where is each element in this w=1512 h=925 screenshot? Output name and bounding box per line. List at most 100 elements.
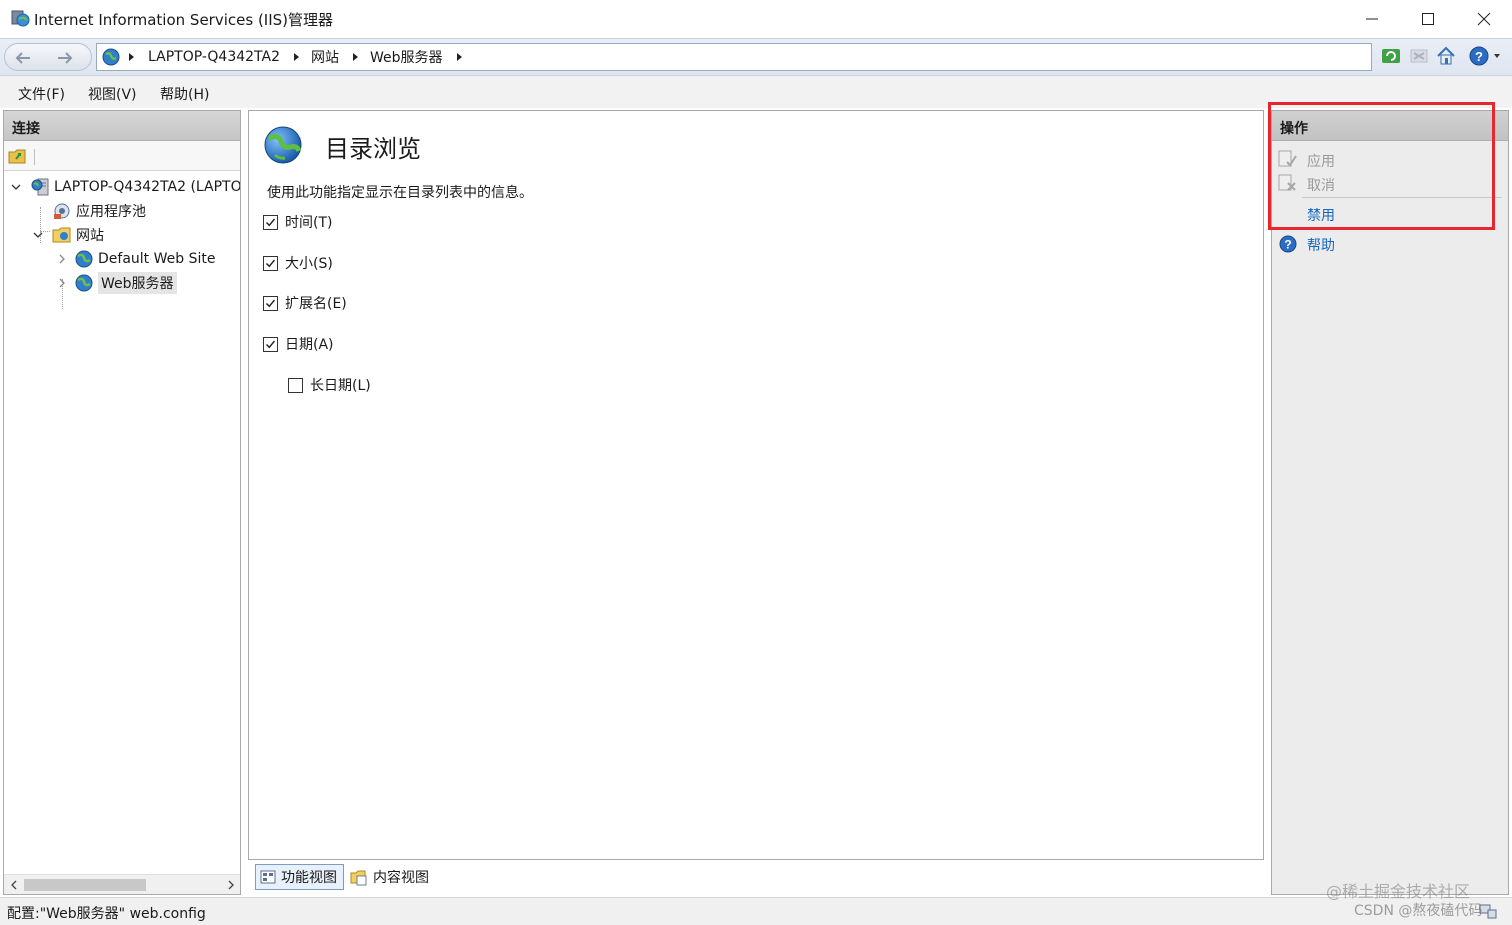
tree-node-default-web-site[interactable]: Default Web Site xyxy=(74,248,215,270)
toolbar-separator xyxy=(34,149,35,165)
action-help-label: 帮助 xyxy=(1307,238,1335,254)
refresh-icon[interactable] xyxy=(1380,45,1402,67)
checkbox-extension-box[interactable] xyxy=(263,295,278,311)
title-bar: Internet Information Services (IIS)管理器 xyxy=(0,0,1512,38)
globe-icon xyxy=(75,274,93,292)
action-help[interactable]: ? 帮助 xyxy=(1272,232,1508,254)
status-text: 配置:"Web服务器" web.config xyxy=(7,906,206,922)
content-view-icon xyxy=(350,870,367,886)
directory-browsing-globe-icon xyxy=(264,126,302,164)
checkbox-date-label: 日期(A) xyxy=(285,337,334,353)
home-icon[interactable] xyxy=(1435,45,1457,67)
checkbox-date-box[interactable] xyxy=(263,336,278,352)
checkbox-time-label: 时间(T) xyxy=(285,215,333,231)
tree-label-server: LAPTOP-Q4342TA2 (LAPTO xyxy=(54,179,240,195)
tree-node-sites[interactable]: 网站 xyxy=(52,224,104,246)
tree-node-app-pools[interactable]: 应用程序池 xyxy=(52,200,146,222)
globe-icon xyxy=(102,48,120,66)
breadcrumb-items: LAPTOP-Q4342TA2 网站 Web服务器 xyxy=(129,44,474,70)
breadcrumb-separator-icon[interactable] xyxy=(353,53,359,61)
scroll-right-icon[interactable] xyxy=(226,880,236,890)
watermark-juejin: @稀土掘金技术社区 xyxy=(1326,882,1471,901)
breadcrumb-item-sites[interactable]: 网站 xyxy=(311,47,339,67)
checkbox-size-box[interactable] xyxy=(263,255,278,271)
checkmark-icon xyxy=(266,299,276,307)
address-bar: LAPTOP-Q4342TA2 网站 Web服务器 ? xyxy=(0,38,1512,76)
globe-icon xyxy=(75,250,93,268)
expand-chevron-icon[interactable] xyxy=(56,253,68,265)
checkbox-size[interactable]: 大小(S) xyxy=(263,253,333,273)
expand-chevron-icon[interactable] xyxy=(56,277,68,289)
scrollbar-thumb[interactable] xyxy=(24,879,146,891)
highlight-annotation-box xyxy=(1268,102,1495,230)
checkbox-size-label: 大小(S) xyxy=(285,256,333,272)
connections-tree: LAPTOP-Q4342TA2 (LAPTO 应用程序池 网站 Default … xyxy=(4,171,240,871)
window-title: Internet Information Services (IIS)管理器 xyxy=(34,11,334,29)
connections-pane: 连接 LAPTOP-Q4342TA2 (LAPTO 应用程序池 网站 Defau… xyxy=(3,110,241,895)
tree-node-web-server[interactable]: Web服务器 xyxy=(74,272,177,294)
forward-arrow-icon[interactable] xyxy=(55,49,75,67)
breadcrumb-separator-icon[interactable] xyxy=(294,53,300,61)
feature-description: 使用此功能指定显示在目录列表中的信息。 xyxy=(267,185,533,201)
checkbox-extension-label: 扩展名(E) xyxy=(285,296,347,312)
close-icon xyxy=(1477,12,1491,26)
breadcrumb[interactable]: LAPTOP-Q4342TA2 网站 Web服务器 xyxy=(96,43,1372,71)
checkbox-long-date-label: 长日期(L) xyxy=(310,378,371,394)
back-arrow-icon[interactable] xyxy=(13,49,33,67)
help-icon: ? xyxy=(1279,235,1297,253)
connections-toolbar xyxy=(4,141,240,171)
checkbox-date[interactable]: 日期(A) xyxy=(263,334,334,354)
checkmark-icon xyxy=(266,259,276,267)
maximize-icon xyxy=(1422,13,1434,25)
tab-content-view[interactable]: 内容视图 xyxy=(346,864,435,890)
page-title: 目录浏览 xyxy=(325,135,421,163)
checkmark-icon xyxy=(266,340,276,348)
tab-features-view-label: 功能视图 xyxy=(281,870,337,886)
feature-pane: 目录浏览 使用此功能指定显示在目录列表中的信息。 时间(T) 大小(S) 扩展名… xyxy=(248,110,1264,860)
stop-icon[interactable] xyxy=(1408,45,1430,67)
checkbox-time[interactable]: 时间(T) xyxy=(263,212,332,232)
svg-text:?: ? xyxy=(1475,49,1483,64)
watermark-csdn: CSDN @熬夜磕代码 xyxy=(1354,903,1483,919)
collapse-chevron-icon[interactable] xyxy=(10,181,22,193)
breadcrumb-item-webserver[interactable]: Web服务器 xyxy=(370,47,443,67)
tree-label-sites: 网站 xyxy=(76,228,104,244)
view-switcher: 功能视图 内容视图 xyxy=(248,862,1264,892)
help-icon[interactable]: ? xyxy=(1468,45,1490,67)
minimize-icon xyxy=(1366,18,1378,20)
menu-help[interactable]: 帮助(H) xyxy=(160,84,209,104)
tab-features-view[interactable]: 功能视图 xyxy=(255,864,344,890)
breadcrumb-separator-icon[interactable] xyxy=(129,53,134,61)
sites-folder-icon xyxy=(52,227,71,243)
status-bar: 配置:"Web服务器" web.config xyxy=(0,897,1512,925)
nav-buttons xyxy=(4,43,92,71)
features-view-icon xyxy=(260,870,276,884)
server-icon xyxy=(31,178,49,196)
iis-app-icon xyxy=(11,10,30,27)
tab-content-view-label: 内容视图 xyxy=(373,870,429,886)
menu-file[interactable]: 文件(F) xyxy=(18,84,65,104)
minimize-button[interactable] xyxy=(1344,0,1400,38)
checkbox-long-date-box[interactable] xyxy=(288,377,303,393)
menu-view[interactable]: 视图(V) xyxy=(88,84,137,104)
help-dropdown-chevron-icon[interactable] xyxy=(1494,54,1500,58)
svg-text:?: ? xyxy=(1284,238,1291,252)
connections-header: 连接 xyxy=(4,111,240,141)
maximize-button[interactable] xyxy=(1400,0,1456,38)
checkbox-long-date[interactable]: 长日期(L) xyxy=(288,375,371,395)
tree-label-app-pools: 应用程序池 xyxy=(76,204,146,220)
tree-node-server[interactable]: LAPTOP-Q4342TA2 (LAPTO xyxy=(30,176,240,198)
checkmark-icon xyxy=(266,218,276,226)
tree-label-web-server: Web服务器 xyxy=(98,272,177,294)
breadcrumb-separator-icon[interactable] xyxy=(456,53,462,61)
breadcrumb-item-server[interactable]: LAPTOP-Q4342TA2 xyxy=(148,49,280,65)
scroll-left-icon[interactable] xyxy=(9,880,19,890)
tree-label-default-web-site: Default Web Site xyxy=(98,251,216,267)
horizontal-scrollbar[interactable] xyxy=(4,874,240,894)
collapse-chevron-icon[interactable] xyxy=(32,229,44,241)
connect-icon[interactable] xyxy=(8,147,28,165)
app-pool-icon xyxy=(54,203,70,219)
close-button[interactable] xyxy=(1456,0,1512,38)
checkbox-time-box[interactable] xyxy=(263,214,278,230)
checkbox-extension[interactable]: 扩展名(E) xyxy=(263,293,347,313)
